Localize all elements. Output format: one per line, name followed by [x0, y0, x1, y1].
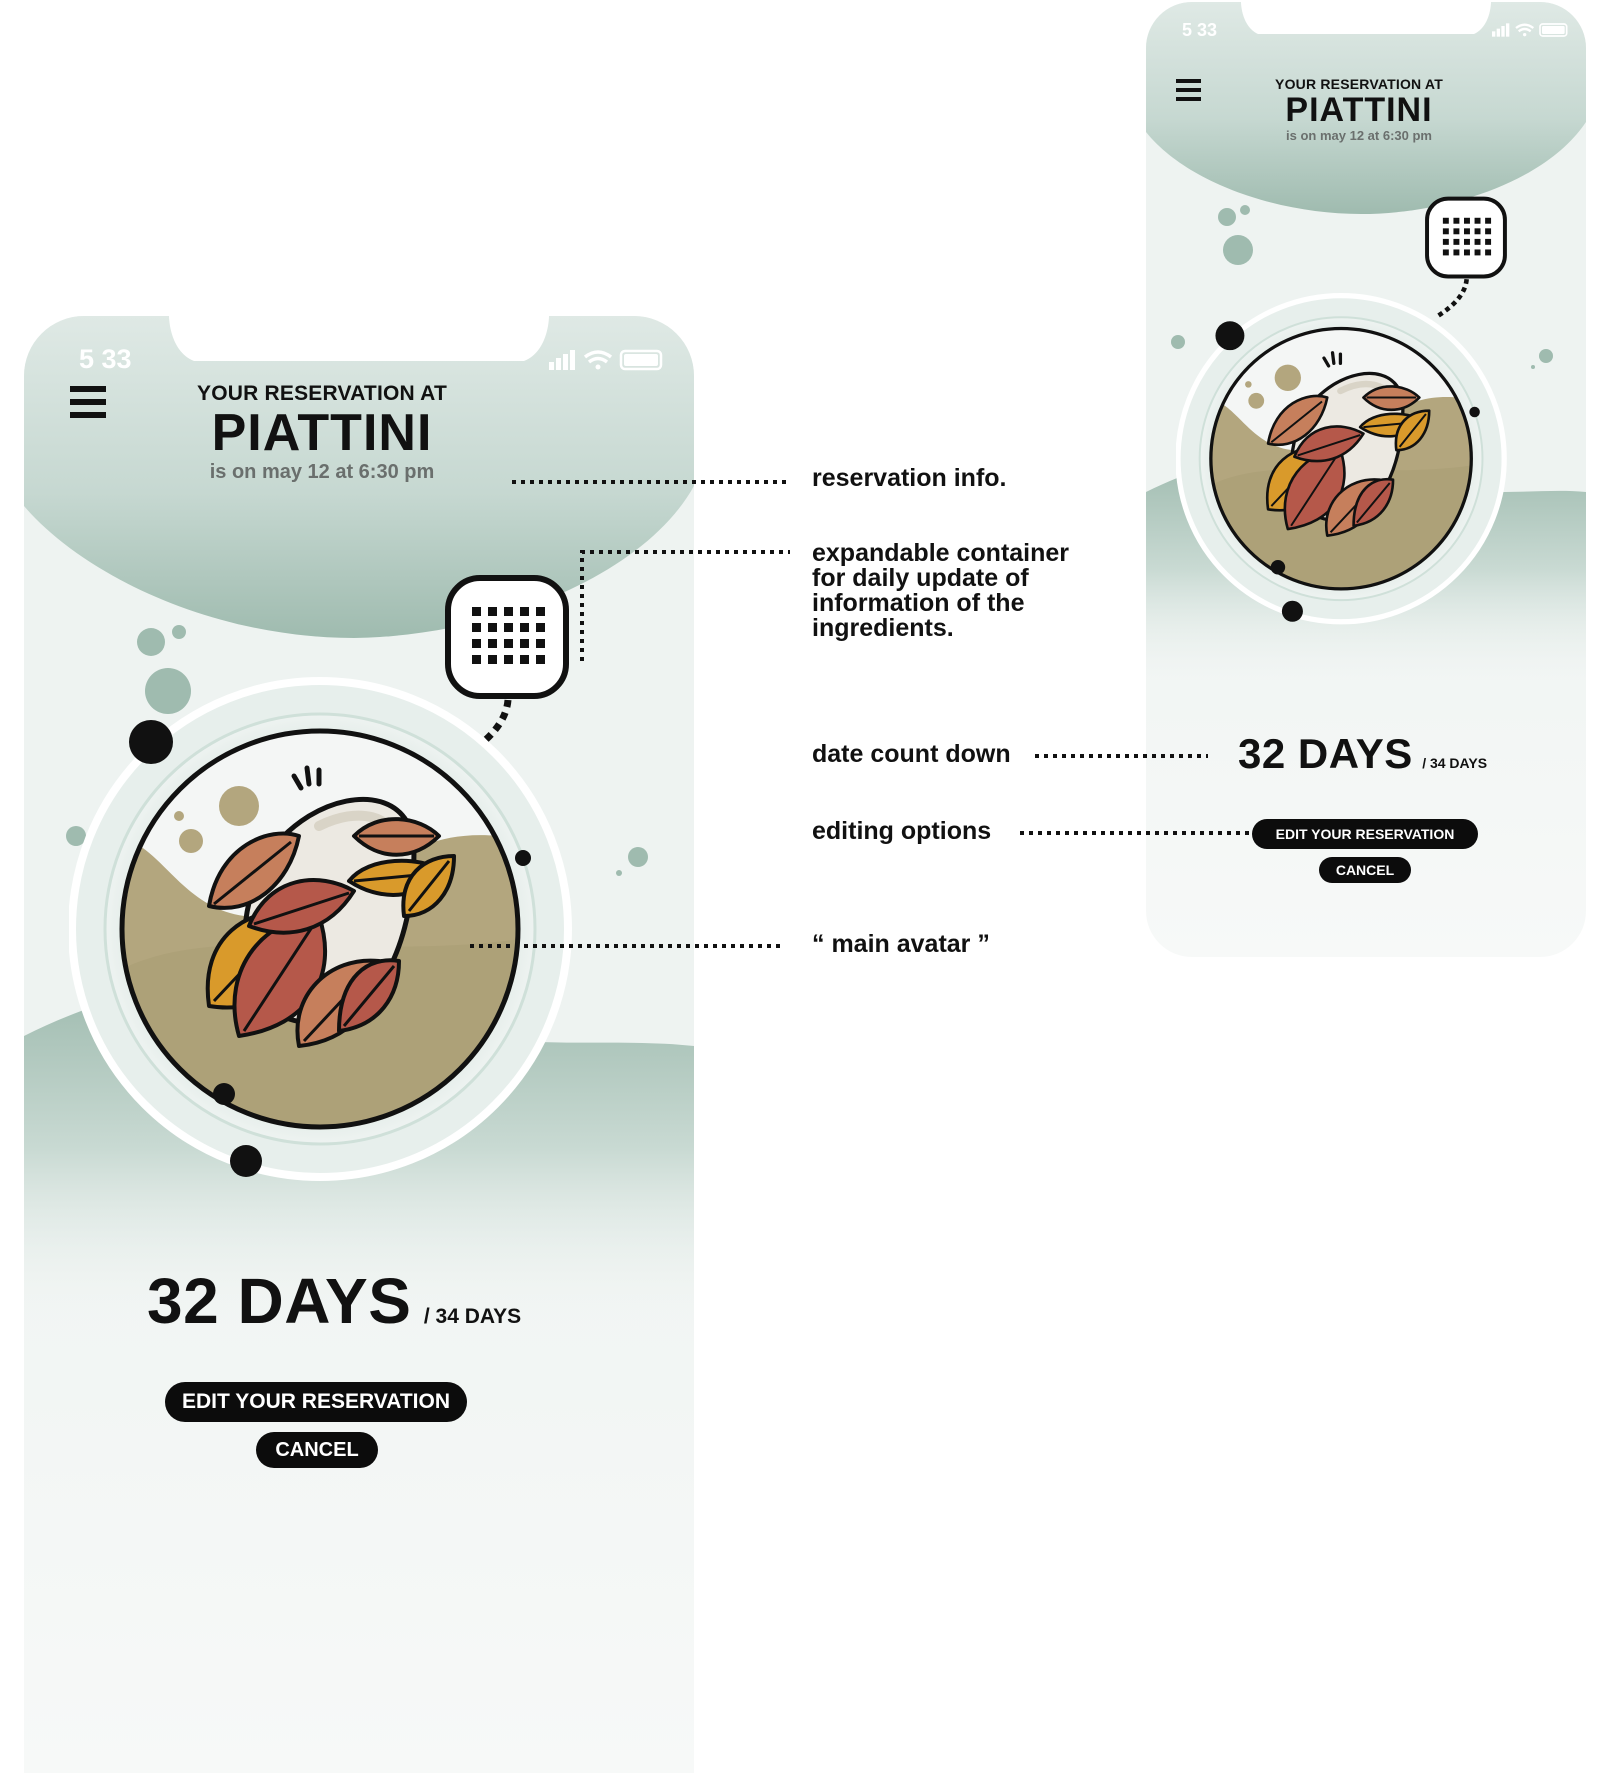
annotation-expandable-container: expandable container for daily update of…: [812, 541, 1069, 641]
annotation-expandable-line-3: information of the: [812, 589, 1025, 617]
annotation-lines: [470, 480, 1254, 948]
annotation-editing-options: editing options: [812, 817, 992, 845]
annotation-expandable-line-1: expandable container: [812, 539, 1070, 567]
annotation-expandable-line-4: ingredients.: [812, 614, 954, 642]
annotation-expandable-line-2: for daily update of: [812, 564, 1029, 592]
annotation-main-avatar: “ main avatar ”: [812, 930, 990, 958]
annotation-reservation-info: reservation info.: [812, 464, 1007, 492]
annotation-date-count-down: date count down: [812, 740, 1011, 768]
